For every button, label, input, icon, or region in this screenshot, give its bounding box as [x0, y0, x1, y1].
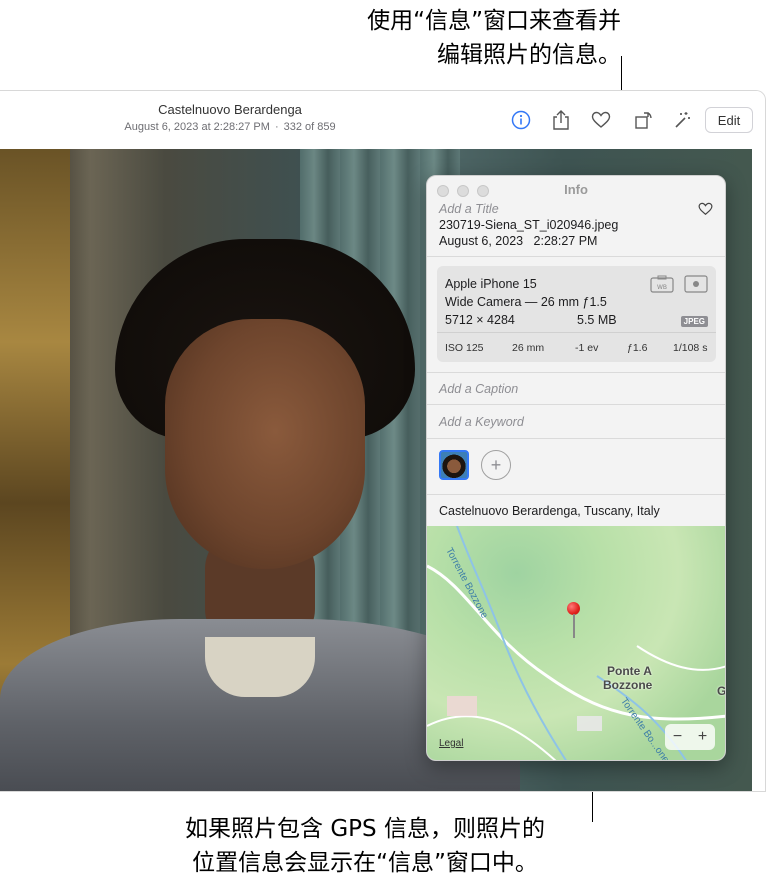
- white-balance-icon: WB: [650, 275, 674, 293]
- title-field[interactable]: Add a Title: [439, 202, 499, 216]
- add-person-button[interactable]: +: [481, 450, 511, 480]
- file-name: 230719-Siena_ST_i020946.jpeg: [439, 218, 619, 232]
- svg-text:WB: WB: [657, 284, 667, 291]
- info-button[interactable]: [508, 107, 534, 133]
- location-pin-stick: [573, 614, 575, 638]
- map-edge-label: G: [717, 684, 725, 698]
- callout-bottom: 如果照片包含 GPS 信息，则照片的 位置信息会显示在“信息”窗口中。: [0, 812, 730, 880]
- map-place-label-1: Ponte A: [607, 664, 652, 678]
- camera-model: Apple iPhone 15: [445, 277, 537, 291]
- callout-top-line1: 使用“信息”窗口来查看并: [367, 8, 621, 34]
- location-label: Castelnuovo Berardenga, Tuscany, Italy: [439, 504, 660, 518]
- exif-exposure-value: -1 ev: [575, 342, 599, 354]
- exif-focal-length: 26 mm: [512, 342, 545, 354]
- info-window-title: Info: [564, 182, 588, 197]
- info-window: Info Add a Title 230719-Siena_ST_i020946…: [426, 175, 726, 761]
- capture-datetime: August 6, 2023 2:28:27 PM: [439, 234, 597, 248]
- photo-count: 332 of 859: [283, 121, 336, 133]
- image-dimensions: 5712 × 4284: [445, 313, 515, 327]
- photo-face: [165, 319, 365, 569]
- exif-panel: Apple iPhone 15 Wide Camera — 26 mm ƒ1.5…: [437, 266, 716, 362]
- callout-bottom-line2: 位置信息会显示在“信息”窗口中。: [192, 850, 538, 876]
- location-map[interactable]: Torrente Bozzone Torrente Bo...one Ponte…: [427, 526, 725, 760]
- toolbar: Castelnuovo Berardenga August 6, 2023 at…: [0, 91, 765, 149]
- map-zoom-control: − +: [665, 724, 715, 750]
- divider: [427, 256, 725, 257]
- divider: [427, 404, 725, 405]
- file-size: 5.5 MB: [577, 313, 617, 327]
- callout-top-line2: 编辑照片的信息。: [437, 42, 621, 68]
- caption-field[interactable]: Add a Caption: [439, 382, 518, 396]
- capture-date: August 6, 2023: [439, 234, 524, 248]
- edit-button[interactable]: Edit: [705, 107, 753, 133]
- plus-icon: +: [490, 454, 502, 475]
- keyword-field[interactable]: Add a Keyword: [439, 415, 524, 429]
- zoom-in-button[interactable]: +: [698, 728, 707, 746]
- heart-icon: [591, 111, 611, 128]
- photo-subtitle: August 6, 2023 at 2:28:27 PM · 332 of 859: [124, 121, 335, 133]
- divider: [427, 494, 725, 495]
- divider: [427, 372, 725, 373]
- map-place-label-2: Bozzone: [603, 678, 653, 692]
- lens-info: Wide Camera — 26 mm ƒ1.5: [445, 295, 607, 309]
- exif-divider: [437, 332, 716, 333]
- map-legal-link[interactable]: Legal: [439, 738, 463, 749]
- callout-bottom-line1: 如果照片包含 GPS 信息，则照片的: [185, 816, 545, 842]
- share-button[interactable]: [548, 107, 574, 133]
- share-icon: [553, 110, 569, 130]
- favorite-button[interactable]: [588, 107, 614, 133]
- rotate-icon: [635, 112, 652, 129]
- capture-time: 2:28:27 PM: [533, 234, 598, 248]
- photos-window: Castelnuovo Berardenga August 6, 2023 at…: [0, 90, 766, 792]
- exif-shutter-speed: 1/108 s: [673, 342, 708, 354]
- rotate-button[interactable]: [630, 107, 656, 133]
- metering-icon: [684, 275, 708, 293]
- photo-undershirt: [205, 637, 315, 697]
- callout-top: 使用“信息”窗口来查看并 编辑照片的信息。: [201, 4, 621, 72]
- photo-date: August 6, 2023 at 2:28:27 PM: [124, 121, 270, 133]
- enhance-button[interactable]: [669, 107, 695, 133]
- favorite-heart-icon[interactable]: [698, 202, 713, 216]
- divider: [427, 438, 725, 439]
- subtitle-separator: ·: [274, 121, 279, 133]
- format-badge: JPEG: [680, 316, 708, 327]
- exif-iso: ISO 125: [445, 342, 484, 354]
- magic-wand-icon: [675, 112, 690, 128]
- info-icon: [511, 110, 531, 130]
- zoom-out-button[interactable]: −: [673, 728, 682, 746]
- photo-title: Castelnuovo Berardenga: [158, 102, 302, 117]
- person-face-thumbnail[interactable]: [439, 450, 469, 480]
- exif-aperture: ƒ1.6: [627, 342, 648, 354]
